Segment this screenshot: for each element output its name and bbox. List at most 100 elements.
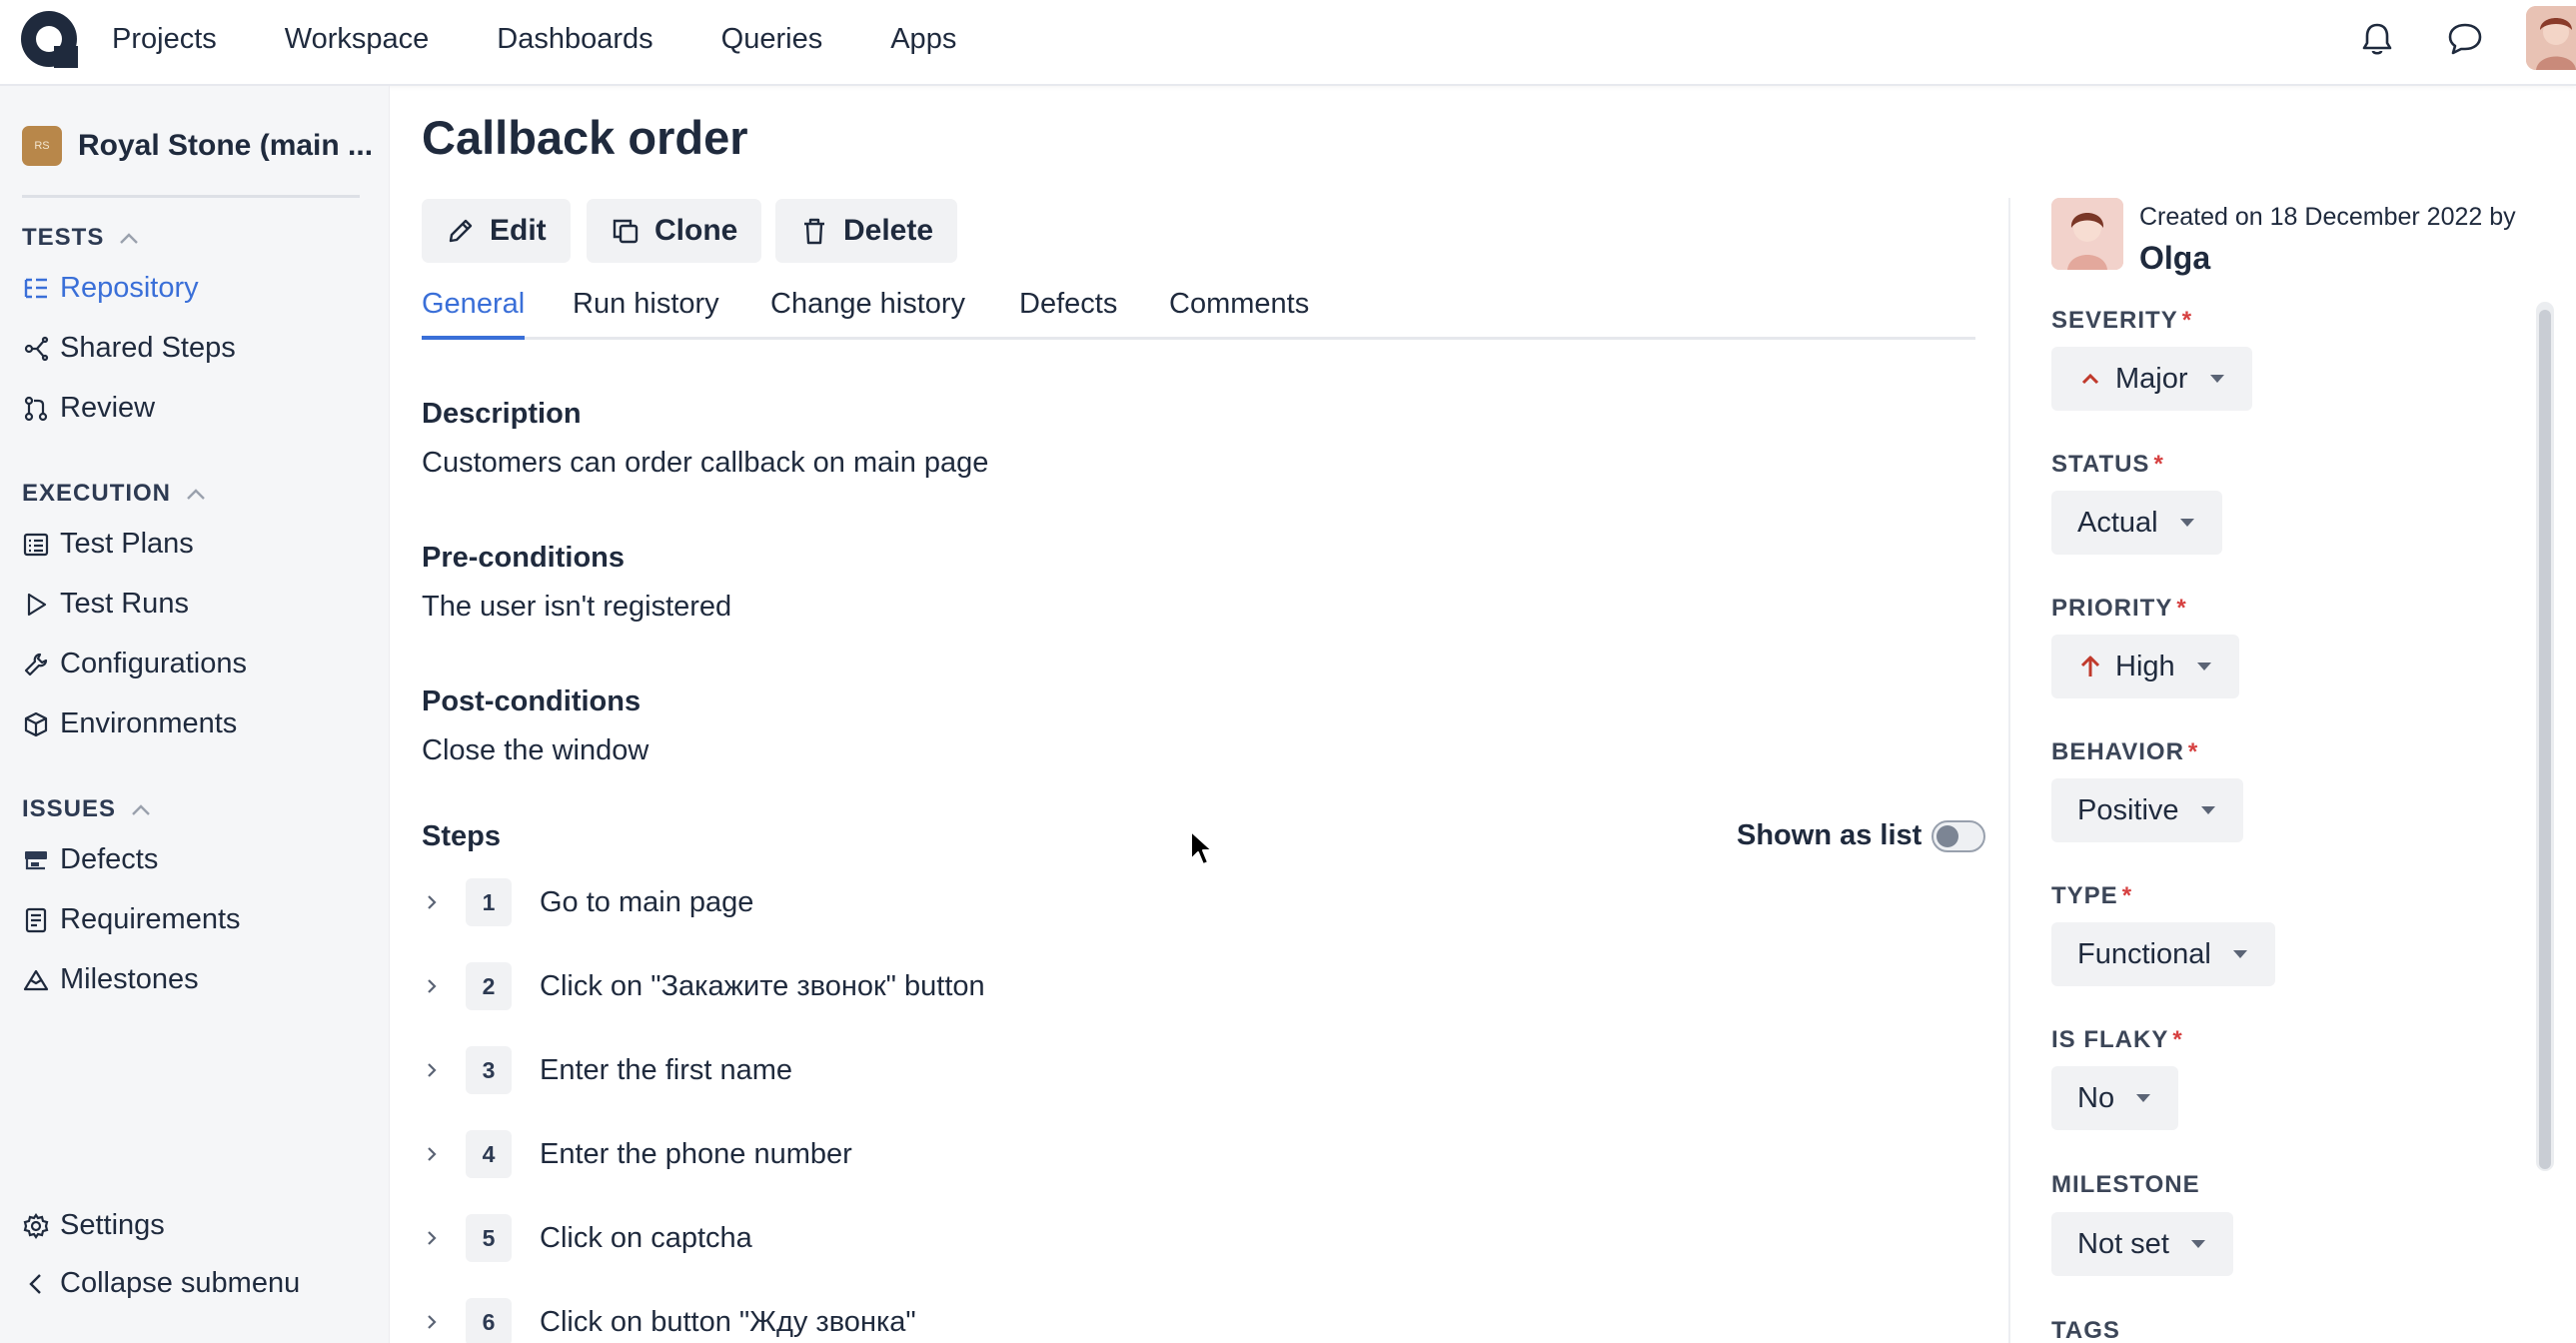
step-text: Click on "Закажите звонок" button: [540, 969, 985, 1002]
nav-apps[interactable]: Apps: [868, 23, 978, 56]
nav-projects[interactable]: Projects: [90, 23, 239, 56]
execution-section-label: EXECUTION: [22, 480, 172, 507]
tab-run-history[interactable]: Run history: [573, 288, 719, 340]
sidebar-item-requirements[interactable]: Requirements: [22, 903, 241, 936]
step-row[interactable]: 6 Click on button "Жду звонка": [422, 1296, 916, 1343]
creator-name[interactable]: Olga: [2139, 240, 2210, 277]
chevron-up-icon: [187, 489, 205, 500]
required-marker: *: [2121, 882, 2133, 909]
sidebar-item-settings[interactable]: Settings: [22, 1209, 165, 1242]
sidebar-item-label: Repository: [60, 272, 199, 304]
type-dropdown[interactable]: Functional: [2051, 922, 2275, 986]
preconditions-text: The user isn't registered: [422, 591, 732, 623]
collapse-submenu-button[interactable]: Collapse submenu: [22, 1267, 300, 1300]
step-text: Go to main page: [540, 885, 754, 918]
is-flaky-dropdown[interactable]: No: [2051, 1066, 2179, 1130]
tags-label-text: TAGS: [2051, 1317, 2120, 1343]
chevron-up-icon: [120, 233, 139, 244]
chevron-right-icon[interactable]: [422, 1144, 442, 1164]
sidebar-item-label: Requirements: [60, 903, 241, 935]
step-row[interactable]: 4 Enter the phone number: [422, 1128, 852, 1180]
tab-comments[interactable]: Comments: [1169, 288, 1309, 340]
copy-icon: [613, 219, 639, 244]
execution-section-header[interactable]: EXECUTION: [22, 480, 207, 508]
shown-as-list-toggle[interactable]: [1932, 819, 1986, 852]
shown-as-list-label: Shown as list: [1737, 819, 1923, 851]
sidebar-item-shared-steps[interactable]: Shared Steps: [22, 332, 236, 365]
clone-button[interactable]: Clone: [587, 199, 762, 263]
project-name: Royal Stone (main ...: [78, 129, 374, 162]
sidebar-item-label: Shared Steps: [60, 332, 236, 364]
type-label: TYPE *: [2051, 882, 2132, 910]
caret-down-icon: [2136, 1094, 2151, 1102]
sidebar-item-label: Milestones: [60, 963, 199, 995]
project-selector[interactable]: RS Royal Stone (main ...: [22, 126, 373, 166]
tests-section-label: TESTS: [22, 224, 105, 251]
arrow-up-icon: [2080, 656, 2100, 676]
postconditions-label: Post-conditions: [422, 685, 642, 717]
status-label-text: STATUS: [2051, 451, 2150, 478]
status-value: Actual: [2077, 506, 2158, 539]
step-text: Enter the phone number: [540, 1137, 852, 1170]
gear-icon: [23, 1212, 49, 1239]
tab-defects[interactable]: Defects: [1019, 288, 1117, 340]
step-row[interactable]: 5 Click on captcha: [422, 1212, 752, 1264]
issues-section-header[interactable]: ISSUES: [22, 795, 152, 823]
nav-dashboards[interactable]: Dashboards: [475, 23, 674, 56]
sidebar-item-review[interactable]: Review: [22, 392, 155, 425]
nav-queries[interactable]: Queries: [699, 23, 845, 56]
sidebar-item-test-plans[interactable]: Test Plans: [22, 528, 194, 561]
step-number: 3: [466, 1046, 512, 1094]
nav-workspace[interactable]: Workspace: [263, 23, 452, 56]
sidebar-item-label: Test Runs: [60, 588, 189, 620]
caret-down-icon: [2196, 663, 2211, 671]
sidebar-item-defects[interactable]: Defects: [22, 843, 158, 876]
edit-button[interactable]: Edit: [422, 199, 571, 263]
created-on-text: Created on 18 December 2022 by: [2139, 203, 2516, 231]
sidebar-item-repository[interactable]: Repository: [22, 272, 199, 305]
sidebar-item-test-runs[interactable]: Test Runs: [22, 588, 189, 621]
step-row[interactable]: 3 Enter the first name: [422, 1044, 792, 1096]
milestone-dropdown[interactable]: Not set: [2051, 1212, 2233, 1276]
chevron-right-icon[interactable]: [422, 1060, 442, 1080]
severity-value: Major: [2115, 362, 2188, 395]
details-scrollbar-thumb[interactable]: [2539, 310, 2551, 1169]
is-flaky-value: No: [2077, 1081, 2115, 1114]
required-marker: *: [2153, 451, 2164, 478]
chevron-up-icon: [132, 804, 150, 815]
sidebar-item-label: Test Plans: [60, 528, 194, 560]
chat-bubble-icon[interactable]: [2446, 20, 2484, 58]
sidebar-item-milestones[interactable]: Milestones: [22, 963, 199, 996]
sidebar-item-label: Defects: [60, 843, 159, 875]
caret-down-icon: [2200, 806, 2215, 814]
wrench-icon: [24, 653, 48, 675]
tab-general[interactable]: General: [422, 288, 526, 340]
step-row[interactable]: 1 Go to main page: [422, 876, 753, 928]
defects-icon: [25, 850, 47, 869]
sidebar-item-label: Configurations: [60, 648, 247, 679]
chevron-right-icon[interactable]: [422, 1312, 442, 1332]
caret-down-icon: [2190, 1240, 2205, 1248]
tab-change-history[interactable]: Change history: [770, 288, 965, 340]
chevron-right-icon[interactable]: [422, 976, 442, 996]
tab-bar: General Run history Change history Defec…: [422, 288, 1975, 340]
tests-section-header[interactable]: TESTS: [22, 224, 140, 252]
step-text: Click on button "Жду звонка": [540, 1305, 916, 1338]
bell-icon[interactable]: [2358, 20, 2396, 58]
chevron-right-icon[interactable]: [422, 1228, 442, 1248]
app-logo-icon[interactable]: [20, 10, 78, 68]
step-number: 5: [466, 1214, 512, 1262]
is-flaky-label-text: IS FLAKY: [2051, 1026, 2169, 1053]
chevron-right-icon[interactable]: [422, 892, 442, 912]
pencil-icon: [449, 219, 473, 243]
severity-dropdown[interactable]: Major: [2051, 347, 2252, 411]
delete-button[interactable]: Delete: [775, 199, 958, 263]
required-marker: *: [2181, 307, 2193, 334]
user-avatar[interactable]: [2526, 6, 2576, 70]
priority-dropdown[interactable]: High: [2051, 635, 2239, 698]
status-dropdown[interactable]: Actual: [2051, 491, 2222, 555]
behavior-dropdown[interactable]: Positive: [2051, 778, 2243, 842]
sidebar-item-configurations[interactable]: Configurations: [22, 648, 247, 680]
step-row[interactable]: 2 Click on "Закажите звонок" button: [422, 960, 985, 1012]
sidebar-item-environments[interactable]: Environments: [22, 707, 237, 740]
